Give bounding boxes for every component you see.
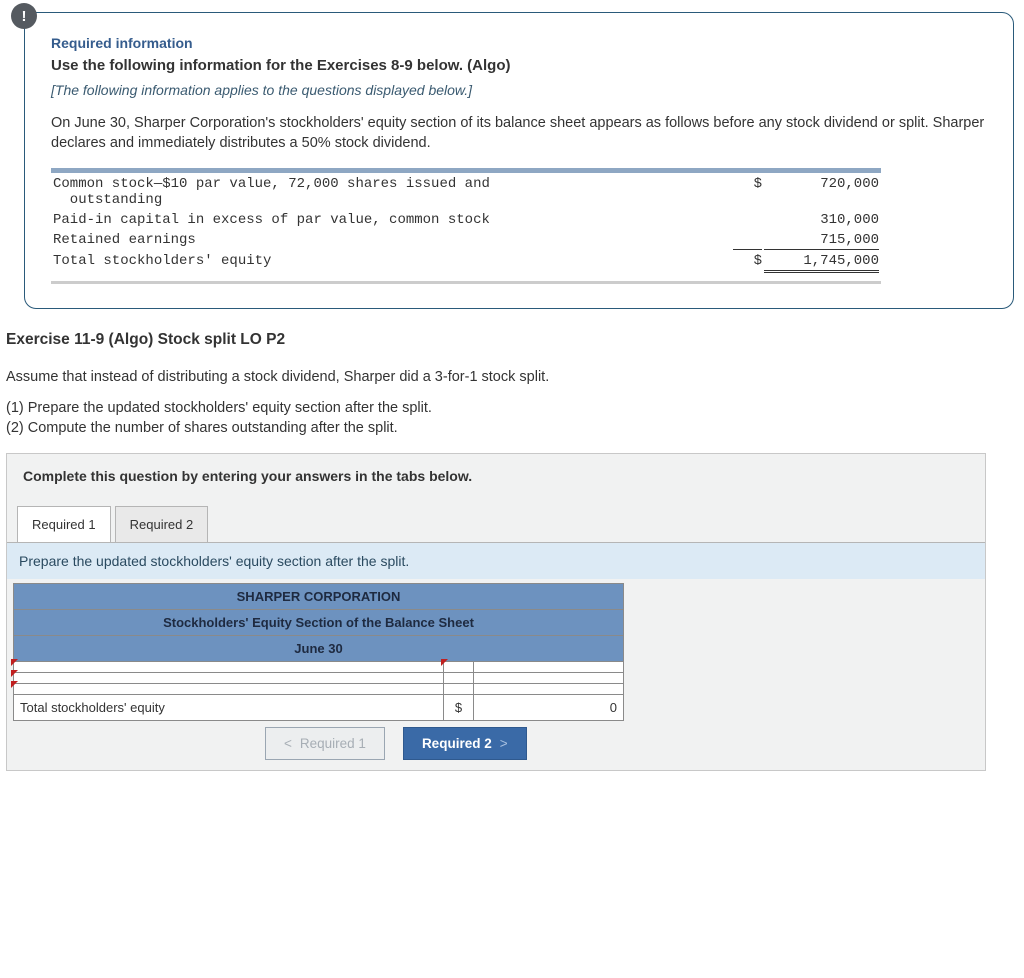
scenario-paragraph: On June 30, Sharper Corporation's stockh… (51, 114, 987, 153)
chevron-left-icon: < (284, 736, 292, 751)
given-equity-table: Common stock—$10 par value, 72,000 share… (51, 168, 881, 284)
answer-line-value-input[interactable] (474, 662, 624, 673)
answer-equity-table: SHARPER CORPORATION Stockholders' Equity… (13, 583, 624, 721)
answer-line-value-input[interactable] (474, 684, 624, 695)
equity-row-label: Retained earnings (53, 231, 731, 250)
required-information-box: ! Required information Use the following… (24, 12, 1014, 309)
applies-note: [The following information applies to th… (51, 82, 987, 98)
exercise-group-title: Use the following information for the Ex… (51, 57, 987, 74)
equity-total-value: 1,745,000 (764, 252, 879, 273)
required-marker-icon (11, 670, 18, 677)
answer-line-symbol-input[interactable] (444, 673, 474, 684)
equity-row-label: Common stock—$10 par value, 72,000 share… (53, 175, 731, 209)
prev-tab-button[interactable]: < Required 1 (265, 727, 385, 760)
answer-total-label: Total stockholders' equity (14, 695, 444, 721)
tab-required-1-prompt: Prepare the updated stockholders' equity… (7, 542, 985, 579)
next-tab-button[interactable]: Required 2 > (403, 727, 527, 760)
equity-row-symbol (733, 231, 762, 250)
tabs-row: Required 1 Required 2 (7, 506, 985, 542)
required-marker-icon (11, 681, 18, 688)
answer-table-header-section: Stockholders' Equity Section of the Bala… (14, 610, 624, 636)
requirement-list: (1) Prepare the updated stockholders' eq… (6, 399, 1024, 438)
answer-panel: Complete this question by entering your … (6, 453, 986, 771)
equity-row-value: 720,000 (764, 175, 879, 209)
equity-total-label: Total stockholders' equity (53, 252, 731, 273)
equity-row-value: 715,000 (764, 231, 879, 250)
panel-instruction: Complete this question by entering your … (7, 454, 985, 506)
equity-total-symbol: $ (733, 252, 762, 273)
answer-table-header-company: SHARPER CORPORATION (14, 584, 624, 610)
required-information-label: Required information (51, 35, 987, 51)
requirement-2: (2) Compute the number of shares outstan… (6, 419, 1024, 439)
answer-total-value: 0 (474, 695, 624, 721)
answer-line-label-input[interactable] (14, 662, 444, 673)
equity-row-symbol (733, 211, 762, 229)
exercise-heading: Exercise 11-9 (Algo) Stock split LO P2 (6, 331, 1024, 349)
prev-tab-label: Required 1 (300, 736, 366, 751)
tab-nav-row: < Required 1 Required 2 > (13, 727, 985, 770)
equity-row-symbol: $ (733, 175, 762, 209)
tab-required-2[interactable]: Required 2 (115, 506, 209, 542)
tab-required-1[interactable]: Required 1 (17, 506, 111, 542)
answer-line-symbol-input[interactable] (444, 662, 474, 673)
next-tab-label: Required 2 (422, 736, 492, 751)
answer-total-symbol: $ (444, 695, 474, 721)
info-badge-icon: ! (11, 3, 37, 29)
answer-line-symbol-input[interactable] (444, 684, 474, 695)
answer-line-label-input[interactable] (14, 673, 444, 684)
answer-line-value-input[interactable] (474, 673, 624, 684)
required-marker-icon (441, 659, 448, 666)
required-marker-icon (11, 659, 18, 666)
equity-row-label: Paid-in capital in excess of par value, … (53, 211, 731, 229)
answer-table-header-date: June 30 (14, 636, 624, 662)
assumption-text: Assume that instead of distributing a st… (6, 369, 1024, 385)
requirement-1: (1) Prepare the updated stockholders' eq… (6, 399, 1024, 419)
answer-line-label-input[interactable] (14, 684, 444, 695)
equity-row-value: 310,000 (764, 211, 879, 229)
chevron-right-icon: > (500, 736, 508, 751)
